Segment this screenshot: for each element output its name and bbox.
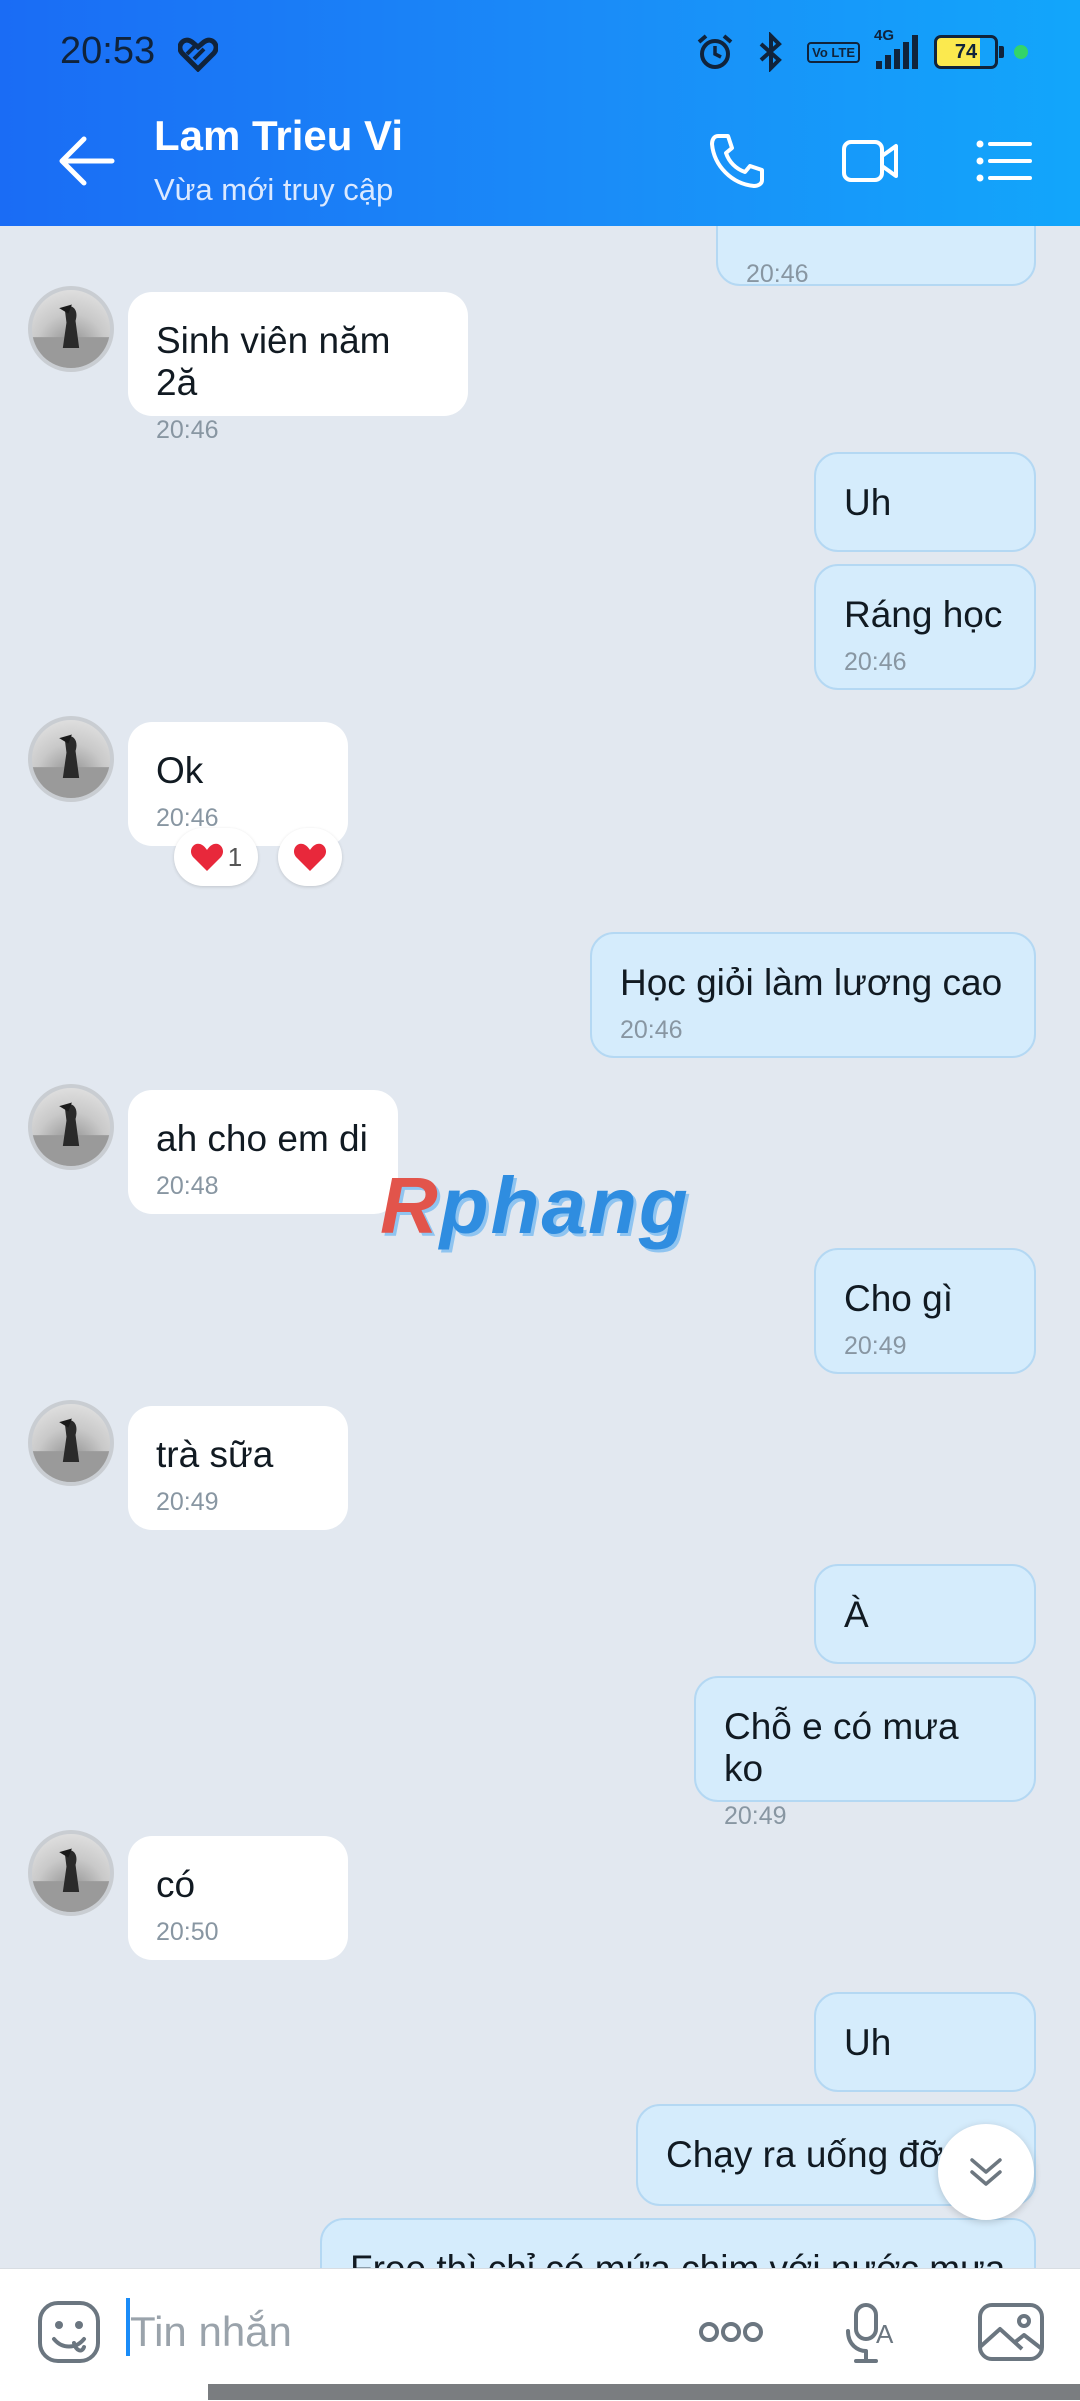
chevron-down-icon	[970, 2158, 1002, 2186]
menu-list-icon[interactable]	[970, 128, 1036, 194]
message-text: Ráng học	[844, 594, 1003, 635]
volte-icon: Vo LTE	[807, 41, 860, 63]
message-time: 20:49	[844, 1332, 907, 1360]
message-time: 20:46	[156, 416, 219, 444]
message-bubble-sent[interactable]: Chỗ e có mưa ko 20:49	[694, 1676, 1036, 1830]
message-bubble-sent[interactable]: À	[814, 1564, 1036, 1664]
message-text: Chỗ e có mưa ko	[724, 1706, 959, 1789]
status-icons: Vo LTE 4G 74	[695, 27, 1028, 74]
message-bubble-received[interactable]: Sinh viên năm 2ă 20:46	[128, 292, 468, 444]
status-time: 20:53	[60, 30, 156, 72]
message-bubble-sent[interactable]: 20:46	[716, 226, 1036, 288]
heart-icon	[293, 843, 327, 871]
message-text: Sinh viên năm 2ă	[156, 320, 391, 403]
image-icon[interactable]	[976, 2297, 1046, 2367]
phone-icon[interactable]	[704, 128, 770, 194]
message-text: Uh	[844, 2022, 892, 2063]
message-text: trà sữa	[156, 1434, 274, 1475]
avatar[interactable]	[28, 1400, 114, 1486]
message-bubble-sent[interactable]: Uh	[814, 1992, 1036, 2092]
message-time: 20:50	[156, 1918, 219, 1946]
reaction-count: 1	[227, 841, 243, 872]
message-bubble-sent[interactable]: Học giỏi làm lương cao 20:46	[590, 932, 1036, 1058]
message-text: Free thì chỉ có mứa chim với nước mưa	[350, 2248, 1005, 2268]
message-bubble-sent[interactable]: Cho gì 20:49	[814, 1248, 1036, 1374]
reaction-count-pill[interactable]: 1	[174, 828, 258, 886]
message-time: 20:48	[156, 1172, 219, 1200]
alarm-icon	[697, 34, 733, 69]
battery-icon: 74	[934, 35, 1004, 69]
add-reaction-button[interactable]	[278, 828, 342, 886]
avatar[interactable]	[28, 716, 114, 802]
bluetooth-icon	[759, 32, 783, 72]
message-text: Ok	[156, 750, 204, 791]
message-bubble-sent[interactable]: Uh	[814, 452, 1036, 552]
contact-status: Vừa mới truy cập	[154, 172, 394, 207]
watermark-logo: Rphang	[380, 1161, 690, 1250]
message-time: 20:46	[844, 648, 907, 676]
message-bubble-sent[interactable]: Ráng học 20:46	[814, 564, 1036, 690]
more-icon[interactable]	[696, 2297, 766, 2367]
message-time: 20:46	[746, 260, 809, 288]
navigation-bar	[208, 2384, 1080, 2400]
chat-header: 20:53 Vo LTE 4G 74 Lam Trieu Vi Vừa mới …	[0, 0, 1080, 226]
message-text: À	[844, 1594, 869, 1635]
message-time: 20:46	[620, 1016, 683, 1044]
message-text: Chạy ra uống đỡ	[666, 2134, 944, 2175]
privacy-indicator	[1014, 45, 1028, 59]
heart-icon	[190, 843, 223, 871]
message-text: Cho gì	[844, 1278, 954, 1319]
avatar[interactable]	[28, 1084, 114, 1170]
svg-text:A: A	[876, 2319, 894, 2349]
scroll-to-bottom-button[interactable]	[938, 2124, 1034, 2220]
message-text: Học giỏi làm lương cao	[620, 962, 1003, 1003]
avatar[interactable]	[28, 1830, 114, 1916]
message-bubble-received[interactable]: trà sữa 20:49	[128, 1406, 348, 1530]
video-call-icon[interactable]	[838, 128, 904, 194]
message-time: 20:49	[724, 1802, 787, 1830]
message-text: ah cho em di	[156, 1118, 368, 1159]
message-text: Uh	[844, 482, 892, 523]
signal-icon: 4G	[874, 27, 918, 69]
sticker-icon[interactable]	[34, 2297, 104, 2367]
message-time: 20:49	[156, 1488, 219, 1516]
health-icon	[178, 37, 218, 72]
back-arrow-icon[interactable]	[54, 128, 120, 194]
message-bubble-sent[interactable]: Free thì chỉ có mứa chim với nước mưa	[320, 2218, 1036, 2268]
voice-to-text-icon[interactable]: A	[840, 2297, 910, 2367]
message-bubble-received[interactable]: ah cho em di 20:48	[128, 1090, 398, 1214]
message-bubble-received[interactable]: có 20:50	[128, 1836, 348, 1960]
message-input[interactable]: Tin nhắn	[130, 2308, 292, 2356]
message-text: có	[156, 1864, 196, 1905]
contact-name[interactable]: Lam Trieu Vi	[154, 112, 403, 160]
avatar[interactable]	[28, 286, 114, 372]
